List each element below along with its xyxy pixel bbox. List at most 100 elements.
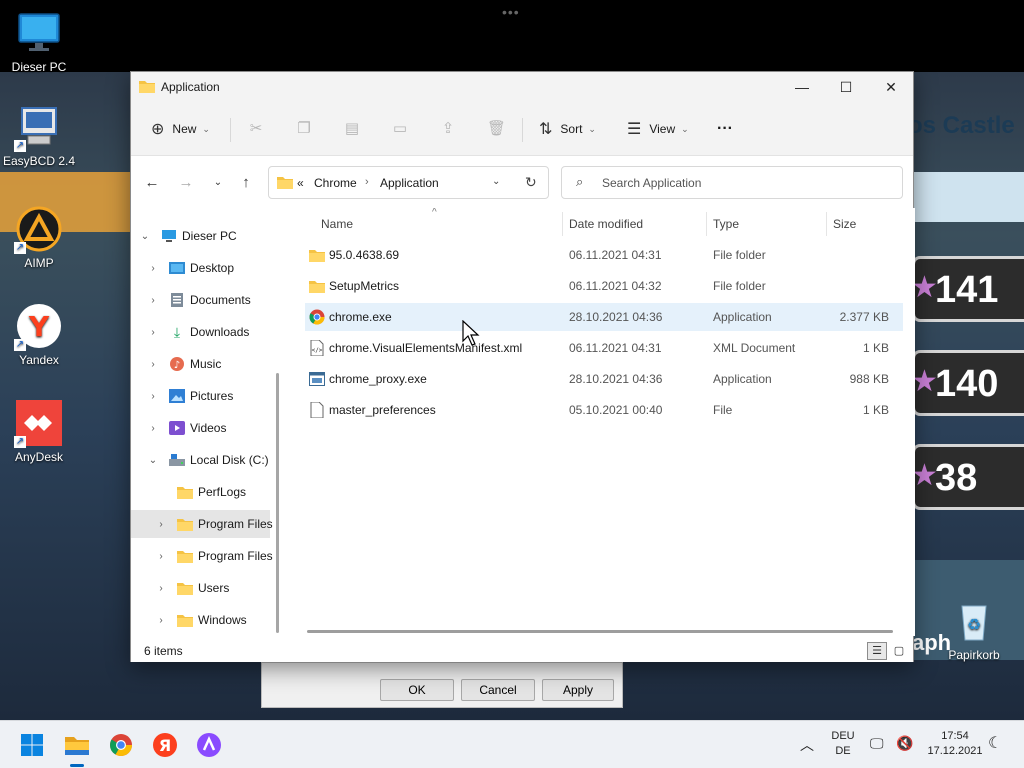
- nav-item-program-files-x86[interactable]: › Program Files: [131, 542, 283, 570]
- divider: [522, 118, 523, 142]
- chevron-right-icon[interactable]: ›: [147, 327, 159, 338]
- nav-item-downloads[interactable]: › ⤓ Downloads: [131, 318, 283, 346]
- back-arrow-icon[interactable]: ←: [141, 174, 163, 192]
- more-options-button[interactable]: ···: [717, 116, 733, 142]
- column-divider[interactable]: [706, 212, 707, 236]
- chevron-right-icon[interactable]: ›: [147, 391, 159, 402]
- nav-item-program-files[interactable]: › Program Files: [131, 510, 273, 538]
- apply-button[interactable]: Apply: [542, 679, 614, 701]
- chevron-right-icon[interactable]: ›: [155, 519, 167, 530]
- desktop-icon-anydesk[interactable]: ↗ AnyDesk: [1, 400, 77, 464]
- volume-muted-icon[interactable]: 🔇: [896, 735, 913, 752]
- download-icon: ⤓: [173, 324, 181, 340]
- title-bar[interactable]: Application — ☐ ✕: [131, 72, 913, 102]
- forward-arrow-icon[interactable]: →: [175, 174, 197, 192]
- refresh-icon[interactable]: ↻: [525, 174, 537, 191]
- nav-item-local-disk[interactable]: ⌄ Local Disk (C:): [131, 446, 283, 474]
- svg-text:Я: Я: [159, 736, 171, 755]
- breadcrumb-application[interactable]: Application: [380, 176, 439, 190]
- taskbar-alice[interactable]: [193, 729, 225, 761]
- address-dropdown-chevron-icon[interactable]: ⌄: [492, 176, 500, 187]
- desktop-icon-dieser-pc[interactable]: Dieser PC: [1, 10, 77, 74]
- focus-assist-moon-icon[interactable]: ☾: [988, 733, 1002, 753]
- column-header-type[interactable]: Type: [713, 217, 739, 231]
- maximize-button[interactable]: ☐: [823, 72, 869, 102]
- search-icon: ⌕: [576, 174, 584, 189]
- address-bar[interactable]: « Chrome › Application ⌄ ↻: [268, 166, 549, 199]
- show-hidden-icons-chevron-icon[interactable]: ︿: [800, 735, 814, 755]
- search-placeholder: Search Application: [602, 176, 702, 190]
- horizontal-scrollbar[interactable]: [307, 630, 893, 633]
- recent-locations-chevron-icon[interactable]: ⌄: [207, 174, 229, 192]
- column-header-size[interactable]: Size: [833, 217, 856, 231]
- ok-button[interactable]: OK: [380, 679, 454, 701]
- cancel-button[interactable]: Cancel: [461, 679, 535, 701]
- file-row[interactable]: chrome.exe 28.10.2021 04:36 Application …: [305, 303, 903, 331]
- file-row[interactable]: chrome_proxy.exe 28.10.2021 04:36 Applic…: [305, 365, 903, 393]
- taskbar-yandex-browser[interactable]: Я: [149, 729, 181, 761]
- breadcrumb-chrome[interactable]: Chrome: [314, 176, 357, 190]
- breadcrumb-overflow[interactable]: «: [297, 176, 304, 190]
- chevron-right-icon[interactable]: ›: [155, 551, 167, 562]
- delete-icon[interactable]: 🗑: [487, 120, 506, 138]
- nav-item-users[interactable]: › Users: [131, 574, 283, 602]
- column-header-name[interactable]: Name: [321, 217, 353, 231]
- nav-item-documents[interactable]: › Documents: [131, 286, 283, 314]
- taskbar-file-explorer[interactable]: [61, 729, 93, 767]
- up-arrow-icon[interactable]: ↑: [235, 174, 257, 192]
- window-drag-handle[interactable]: •••: [502, 4, 520, 20]
- file-name: chrome.VisualElementsManifest.xml: [329, 341, 523, 355]
- desktop-icon-label: AnyDesk: [14, 450, 64, 464]
- file-row[interactable]: 95.0.4638.69 06.11.2021 04:31 File folde…: [305, 241, 903, 269]
- nav-item-pictures[interactable]: › Pictures: [131, 382, 283, 410]
- nav-item-windows[interactable]: › Windows: [131, 606, 283, 634]
- nav-item-desktop[interactable]: › Desktop: [131, 254, 283, 282]
- tiles-view-icon[interactable]: ▢: [889, 642, 909, 660]
- copy-icon[interactable]: ❐: [295, 120, 313, 138]
- file-row[interactable]: master_preferences 05.10.2021 00:40 File…: [305, 396, 903, 424]
- view-button[interactable]: ☰ View ⌄: [627, 116, 689, 142]
- close-button[interactable]: ✕: [868, 72, 914, 102]
- nav-item-label: Dieser PC: [182, 229, 237, 243]
- start-button[interactable]: [16, 729, 48, 761]
- desktop-icon-yandex[interactable]: Y ↗ Yandex: [1, 303, 77, 367]
- file-row[interactable]: SetupMetrics 06.11.2021 04:32 File folde…: [305, 272, 903, 300]
- chevron-right-icon[interactable]: ›: [147, 423, 159, 434]
- sort-ascending-icon: ^: [432, 208, 437, 218]
- network-icon[interactable]: 🖵: [870, 735, 884, 752]
- nav-item-perflogs[interactable]: PerfLogs: [131, 478, 283, 506]
- keyboard-layout: DE: [835, 745, 851, 757]
- rename-icon[interactable]: ▭: [391, 120, 409, 138]
- taskbar-chrome[interactable]: [105, 729, 137, 761]
- desktop-icon-papirkorb[interactable]: ♻ Papirkorb: [936, 598, 1012, 662]
- desktop-icon-aimp[interactable]: ↗ AIMP: [1, 206, 77, 270]
- chevron-right-icon[interactable]: ›: [147, 359, 159, 370]
- paste-icon[interactable]: ▤: [343, 120, 361, 138]
- breadcrumb-separator-icon[interactable]: ›: [365, 176, 369, 188]
- chevron-right-icon[interactable]: ›: [147, 295, 159, 306]
- sort-button[interactable]: ⇅ Sort ⌄: [539, 116, 596, 142]
- chevron-down-icon[interactable]: ⌄: [147, 455, 159, 466]
- chevron-right-icon[interactable]: ›: [155, 615, 167, 626]
- file-row[interactable]: </> chrome.VisualElementsManifest.xml 06…: [305, 334, 903, 362]
- chevron-right-icon[interactable]: ›: [155, 583, 167, 594]
- wallpaper-score: 140: [935, 363, 999, 405]
- nav-item-videos[interactable]: › Videos: [131, 414, 283, 442]
- column-divider[interactable]: [826, 212, 827, 236]
- minimize-button[interactable]: —: [779, 72, 825, 102]
- chevron-right-icon[interactable]: ›: [147, 263, 159, 274]
- desktop-icon-easybcd[interactable]: ↗ EasyBCD 2.4: [1, 104, 77, 168]
- nav-item-music[interactable]: › ♪ Music: [131, 350, 283, 378]
- chevron-down-icon[interactable]: ⌄: [139, 231, 151, 242]
- new-button[interactable]: ⊕ New ⌄: [151, 116, 210, 142]
- column-divider[interactable]: [562, 212, 563, 236]
- share-icon[interactable]: ⇪: [439, 120, 457, 138]
- column-header-date[interactable]: Date modified: [569, 217, 643, 231]
- clock[interactable]: 17:54 17.12.2021: [924, 729, 986, 759]
- search-box[interactable]: ⌕ Search Application: [561, 166, 903, 199]
- nav-item-dieser-pc[interactable]: ⌄ Dieser PC: [131, 222, 283, 250]
- navigation-scrollbar[interactable]: [276, 373, 279, 633]
- cut-icon[interactable]: ✂: [247, 120, 265, 138]
- language-indicator[interactable]: DEU DE: [826, 729, 860, 759]
- details-view-icon[interactable]: ☰: [867, 642, 887, 660]
